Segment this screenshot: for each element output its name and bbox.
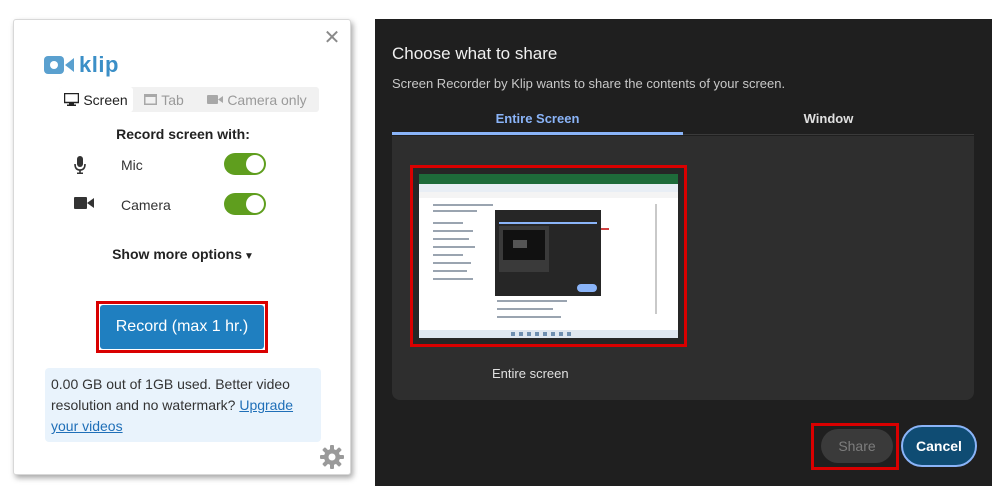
camera-toggle[interactable] bbox=[224, 193, 266, 215]
klip-camera-logo-icon bbox=[44, 56, 74, 74]
share-button[interactable]: Share bbox=[821, 429, 893, 463]
browser-tab-icon bbox=[144, 94, 158, 105]
caret-down-icon: ▼ bbox=[243, 251, 254, 262]
tab-camera-only-label: Camera only bbox=[227, 91, 307, 108]
camera-toggle-knob bbox=[246, 195, 264, 213]
tab-window[interactable]: Window bbox=[683, 107, 974, 135]
microphone-icon bbox=[74, 156, 86, 174]
video-camera-icon bbox=[74, 197, 94, 209]
close-icon[interactable]: ✕ bbox=[322, 28, 342, 48]
tab-tab[interactable]: Tab bbox=[133, 87, 195, 112]
tab-tab-label: Tab bbox=[161, 91, 184, 108]
dialog-description: Screen Recorder by Klip wants to share t… bbox=[392, 76, 786, 91]
entire-screen-label: Entire screen bbox=[492, 366, 569, 381]
tab-screen[interactable]: Screen bbox=[59, 87, 133, 112]
dialog-title: Choose what to share bbox=[392, 44, 558, 63]
tab-entire-screen[interactable]: Entire Screen bbox=[392, 107, 683, 135]
record-button[interactable]: Record (max 1 hr.) bbox=[100, 305, 264, 349]
camera-option: Camera bbox=[74, 192, 266, 218]
share-source-tabs: Entire Screen Window bbox=[392, 107, 974, 135]
klip-logo: klip bbox=[44, 52, 119, 78]
screen-picker-panel: Entire screen bbox=[392, 136, 974, 400]
show-more-options[interactable]: Show more options ▼ bbox=[14, 246, 352, 262]
mic-option: Mic bbox=[74, 152, 266, 178]
klip-wordmark: klip bbox=[79, 52, 119, 77]
screen-thumbnail bbox=[419, 174, 678, 338]
video-camera-icon bbox=[207, 95, 224, 104]
show-more-options-label: Show more options bbox=[112, 246, 242, 262]
screen-thumbnail-image bbox=[419, 174, 678, 338]
mic-label: Mic bbox=[121, 157, 143, 173]
tab-screen-label: Screen bbox=[83, 91, 128, 108]
gear-icon[interactable] bbox=[320, 445, 344, 469]
tab-camera-only[interactable]: Camera only bbox=[195, 87, 319, 112]
monitor-icon bbox=[64, 93, 80, 106]
mic-toggle-knob bbox=[246, 155, 264, 173]
capture-mode-tabs: Screen Tab Camera only bbox=[59, 87, 319, 112]
entire-screen-option[interactable] bbox=[410, 165, 687, 347]
storage-usage-notice: 0.00 GB out of 1GB used. Better video re… bbox=[45, 368, 321, 442]
klip-popup: ✕ klip Screen Tab Camera only Record scr… bbox=[13, 19, 351, 475]
camera-label: Camera bbox=[121, 197, 171, 213]
mic-toggle[interactable] bbox=[224, 153, 266, 175]
record-heading: Record screen with: bbox=[116, 126, 250, 142]
share-dialog: Choose what to share Screen Recorder by … bbox=[375, 19, 992, 486]
cancel-button[interactable]: Cancel bbox=[901, 425, 977, 467]
